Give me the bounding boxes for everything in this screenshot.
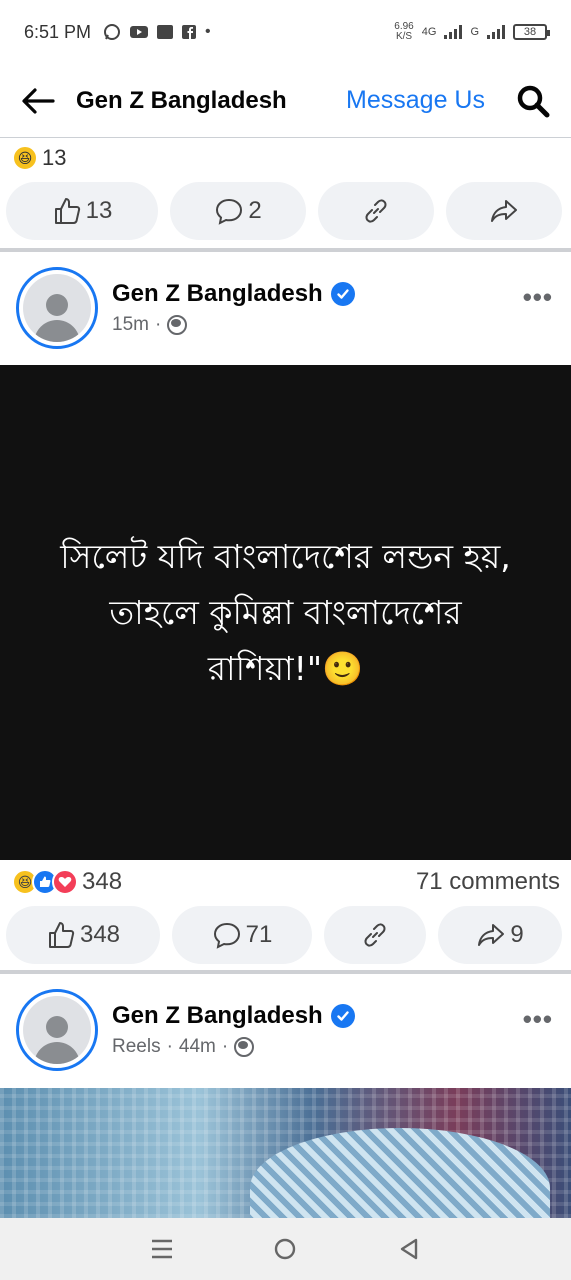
avatar-placeholder-icon	[23, 274, 91, 342]
comment-count: 71	[245, 921, 273, 948]
notification-icons: •	[103, 23, 211, 41]
share-count: 9	[510, 921, 524, 948]
globe-icon	[167, 315, 188, 335]
globe-icon	[234, 1037, 255, 1057]
post-text-line-2: তাহলে কুমিল্লা বাংলাদেশের	[109, 592, 462, 632]
comment-button[interactable]: 2	[170, 182, 306, 240]
post-subline: 15m ·	[112, 314, 355, 336]
avatar[interactable]	[16, 989, 98, 1071]
link-icon	[365, 199, 387, 223]
post-text-line-3: রাশিয়া!"🙂	[207, 648, 364, 688]
comment-count: 2	[248, 197, 262, 224]
signal-icon	[444, 25, 463, 39]
status-bar: 6:51 PM • 6.96 K/S 4G G 38	[0, 0, 571, 64]
separator: ·	[166, 1036, 173, 1057]
post-type: Reels	[112, 1036, 161, 1057]
comment-icon	[213, 922, 240, 949]
post-meta: Gen Z Bangladesh 15m ·	[112, 280, 355, 336]
back-nav-button[interactable]	[389, 1229, 429, 1269]
post-text-line-1: সিলেট যদি বাংলাদেশের লন্ডন হয়,	[60, 536, 511, 576]
page-title: Gen Z Bangladesh	[76, 86, 287, 114]
signal-icon-2	[487, 25, 505, 39]
post-stats: 😆 348 71 comments	[12, 862, 560, 902]
post-subline: Reels · 44m ·	[112, 1036, 355, 1058]
post-time[interactable]: 15m	[112, 314, 149, 336]
thumbs-up-icon	[54, 198, 80, 224]
facebook-icon	[182, 25, 197, 39]
share-arrow-icon	[491, 200, 517, 222]
post-header: Gen Z Bangladesh 15m · •••	[0, 252, 571, 364]
recent-apps-button[interactable]	[142, 1229, 182, 1269]
post-text: সিলেট যদি বাংলাদেশের লন্ডন হয়, তাহলে কু…	[40, 529, 531, 697]
post-time[interactable]: 44m	[179, 1036, 216, 1058]
back-button[interactable]	[18, 81, 58, 121]
action-bar: 348 71 9	[0, 906, 571, 964]
avatar[interactable]	[16, 267, 98, 349]
battery-icon: 38	[513, 24, 550, 40]
reaction-summary[interactable]: 😆 13	[12, 140, 66, 176]
app-header: Gen Z Bangladesh Message Us	[0, 64, 571, 138]
message-us-button[interactable]: Message Us	[346, 86, 485, 115]
copy-link-button[interactable]	[324, 906, 426, 964]
like-button[interactable]: 348	[6, 906, 160, 964]
like-count: 13	[85, 197, 113, 224]
action-bar: 13 2	[0, 182, 571, 240]
post-meta: Gen Z Bangladesh Reels · 44m ·	[112, 1002, 355, 1058]
network-type-1: 4G	[421, 26, 437, 38]
page-name-row: Gen Z Bangladesh	[112, 1002, 355, 1030]
home-circle-icon	[275, 1238, 296, 1260]
menu-lines-icon	[151, 1239, 172, 1259]
net-speed-unit: K/S	[395, 31, 413, 42]
verified-badge-icon	[330, 282, 355, 306]
system-icons: 6.96 K/S 4G G 38	[394, 22, 550, 42]
avatar-placeholder-icon	[23, 996, 91, 1064]
dot-icon: •	[205, 23, 211, 40]
reel-image-content	[250, 1128, 550, 1218]
whatsapp-icon	[104, 24, 121, 40]
network-type-2: G	[470, 26, 479, 38]
share-arrow-icon	[478, 924, 505, 946]
app-icon	[157, 25, 174, 39]
system-nav-bar	[0, 1218, 571, 1280]
more-options-button[interactable]: •••	[523, 282, 553, 313]
reaction-count: 13	[42, 145, 67, 170]
share-button[interactable]: 9	[438, 906, 562, 964]
search-icon	[517, 85, 550, 117]
share-button[interactable]	[446, 182, 562, 240]
separator: ·	[154, 314, 162, 335]
search-button[interactable]	[513, 81, 553, 121]
like-count: 348	[79, 921, 121, 948]
post-page-name[interactable]: Gen Z Bangladesh	[112, 1002, 323, 1030]
post-page-name[interactable]: Gen Z Bangladesh	[112, 280, 323, 308]
like-button[interactable]: 13	[6, 182, 158, 240]
more-options-button[interactable]: •••	[523, 1004, 553, 1035]
home-button[interactable]	[265, 1229, 305, 1269]
link-icon	[364, 923, 386, 947]
youtube-icon	[130, 26, 149, 38]
triangle-back-icon	[400, 1238, 418, 1260]
comments-link[interactable]: 71 comments	[416, 868, 560, 896]
comment-icon	[216, 198, 243, 225]
comment-button[interactable]: 71	[172, 906, 312, 964]
post-image[interactable]: সিলেট যদি বাংলাদেশের লন্ডন হয়, তাহলে কু…	[0, 365, 571, 860]
separator: ·	[221, 1036, 229, 1057]
status-time: 6:51 PM	[24, 21, 92, 42]
copy-link-button[interactable]	[318, 182, 434, 240]
reaction-count[interactable]: 348	[82, 868, 122, 896]
reel-video-thumbnail[interactable]	[0, 1088, 571, 1218]
page-name-row: Gen Z Bangladesh	[112, 280, 355, 308]
haha-reaction-icon: 😆	[12, 145, 38, 171]
post-header: Gen Z Bangladesh Reels · 44m · •••	[0, 974, 571, 1086]
arrow-left-icon	[22, 87, 55, 114]
love-reaction-icon	[52, 869, 78, 895]
thumbs-up-icon	[48, 922, 75, 948]
net-speed: 6.96 K/S	[394, 22, 413, 42]
verified-badge-icon	[330, 1004, 355, 1028]
